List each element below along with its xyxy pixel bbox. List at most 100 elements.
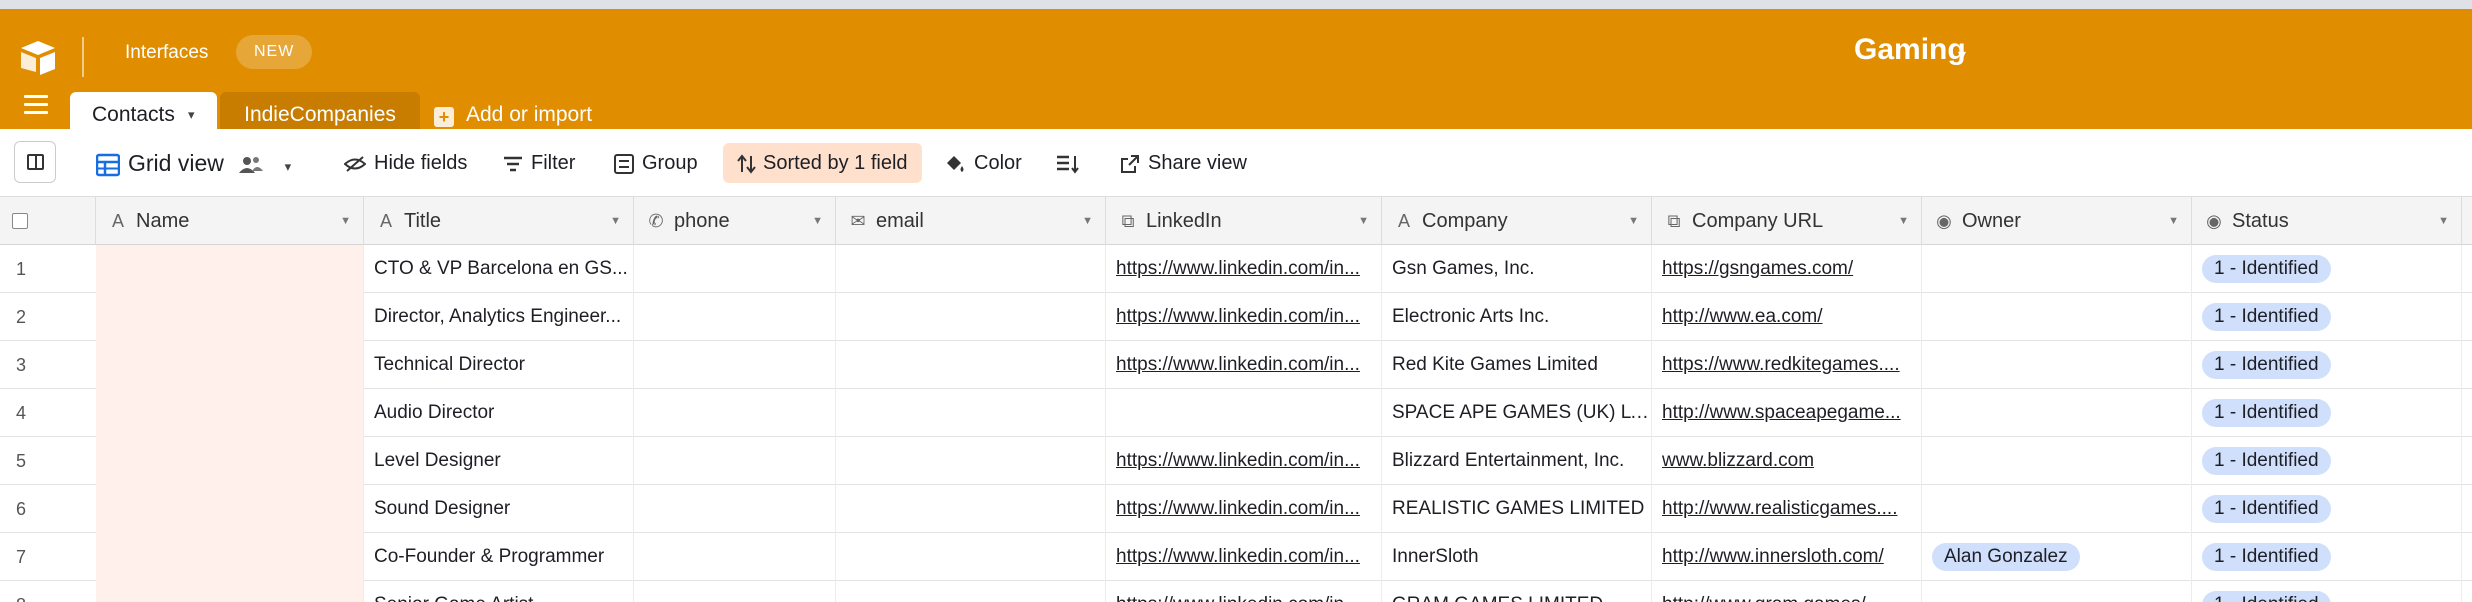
cell-company[interactable]: InnerSloth (1382, 533, 1652, 581)
cell-email[interactable] (836, 581, 1106, 602)
url-value[interactable]: http://www.spaceapegame... (1662, 402, 1901, 423)
linkedin-value[interactable]: https://www.linkedin.com/in... (1116, 498, 1360, 519)
column-menu-caret-icon[interactable]: ▼ (2168, 197, 2179, 245)
color-button[interactable]: Color (944, 129, 1022, 197)
cell-linkedin[interactable]: https://www.linkedin.com/in... (1106, 293, 1382, 341)
linkedin-value[interactable]: https://www.linkedin.com/in... (1116, 306, 1360, 327)
table-row[interactable]: 7 Co-Founder & Programmer https://www.link… (0, 533, 2472, 581)
url-value[interactable]: https://www.redkitegames.... (1662, 354, 1900, 375)
cell-company[interactable]: Gsn Games, Inc. (1382, 245, 1652, 293)
group-button[interactable]: Group (614, 129, 698, 197)
cell-name[interactable] (96, 245, 364, 293)
column-header-company-url[interactable]: ⧉ Company URL ▼ (1652, 197, 1922, 245)
cell-company[interactable]: REALISTIC GAMES LIMITED (1382, 485, 1652, 533)
url-value[interactable]: http://www.realisticgames.... (1662, 498, 1897, 519)
cell-url[interactable]: http://www.innersloth.com/ (1652, 533, 1922, 581)
column-header-title[interactable]: A Title ▼ (364, 197, 634, 245)
cell-linkedin[interactable]: https://www.linkedin.com/in... (1106, 437, 1382, 485)
url-value[interactable]: http://www.gram.games/ (1662, 594, 1866, 602)
linkedin-value[interactable]: https://www.linkedin.com/in... (1116, 450, 1360, 471)
cell-phone[interactable] (634, 437, 836, 485)
column-header-status[interactable]: ◉ Status ▼ (2192, 197, 2462, 245)
cell-owner[interactable] (1922, 341, 2192, 389)
cell-email[interactable] (836, 485, 1106, 533)
cell-status[interactable]: 1 - Identified (2192, 341, 2462, 389)
cell-linkedin[interactable] (1106, 389, 1382, 437)
interfaces-link[interactable]: Interfaces (125, 42, 208, 64)
cell-email[interactable] (836, 437, 1106, 485)
cell-status[interactable]: 1 - Identified (2192, 293, 2462, 341)
column-menu-caret-icon[interactable]: ▼ (2438, 197, 2449, 245)
row-height-button[interactable] (1056, 129, 1088, 197)
table-row[interactable]: 8 Senior Game Artist https://www.linkedin.… (0, 581, 2472, 602)
cell-owner[interactable] (1922, 437, 2192, 485)
cell-title[interactable]: CTO & VP Barcelona en GS... (364, 245, 634, 293)
column-menu-caret-icon[interactable]: ▼ (812, 197, 823, 245)
cell-name[interactable] (96, 437, 364, 485)
cell-status[interactable]: 1 - Identified (2192, 437, 2462, 485)
base-title-caret-icon[interactable]: ▾ (1958, 45, 1966, 65)
table-row[interactable]: 2 Director, Analytics Engineer... https://… (0, 293, 2472, 341)
cell-company[interactable]: Electronic Arts Inc. (1382, 293, 1652, 341)
cell-url[interactable]: https://gsngames.com/ (1652, 245, 1922, 293)
cell-title[interactable]: Co-Founder & Programmer (364, 533, 634, 581)
view-caret-icon[interactable]: ▾ (285, 159, 292, 174)
column-menu-caret-icon[interactable]: ▼ (1898, 197, 1909, 245)
view-switcher[interactable]: Grid view ▾ (95, 129, 292, 197)
table-row[interactable]: 3 Technical Director https://www.linkedin.… (0, 341, 2472, 389)
url-value[interactable]: https://gsngames.com/ (1662, 258, 1853, 279)
cell-phone[interactable] (634, 533, 836, 581)
cell-title[interactable]: Audio Director (364, 389, 634, 437)
cell-title[interactable]: Sound Designer (364, 485, 634, 533)
column-menu-caret-icon[interactable]: ▼ (1358, 197, 1369, 245)
sidebar-toggle-button[interactable] (14, 141, 56, 183)
linkedin-value[interactable]: https://www.linkedin.com/in... (1116, 258, 1360, 279)
table-row[interactable]: 6 Sound Designer https://www.linkedin.com/… (0, 485, 2472, 533)
filter-button[interactable]: Filter (503, 129, 575, 197)
cell-status[interactable]: 1 - Identified (2192, 485, 2462, 533)
cell-linkedin[interactable]: https://www.linkedin.com/in... (1106, 581, 1382, 602)
column-header-email[interactable]: ✉ email ▼ (836, 197, 1106, 245)
cell-owner[interactable] (1922, 293, 2192, 341)
cell-company[interactable]: Red Kite Games Limited (1382, 341, 1652, 389)
cell-owner[interactable] (1922, 245, 2192, 293)
cell-status[interactable]: 1 - Identified (2192, 389, 2462, 437)
linkedin-value[interactable]: https://www.linkedin.com/in... (1116, 594, 1360, 602)
column-header-company[interactable]: A Company ▼ (1382, 197, 1652, 245)
column-header-linkedin[interactable]: ⧉ LinkedIn ▼ (1106, 197, 1382, 245)
cell-name[interactable] (96, 341, 364, 389)
column-header-name[interactable]: A Name ▼ (96, 197, 364, 245)
cell-email[interactable] (836, 293, 1106, 341)
cell-email[interactable] (836, 245, 1106, 293)
cell-title[interactable]: Technical Director (364, 341, 634, 389)
column-header-owner[interactable]: ◉ Owner ▼ (1922, 197, 2192, 245)
share-view-button[interactable]: Share view (1120, 129, 1247, 197)
cell-url[interactable]: http://www.ea.com/ (1652, 293, 1922, 341)
airtable-logo-icon[interactable] (18, 39, 58, 75)
cell-email[interactable] (836, 533, 1106, 581)
sort-button[interactable]: Sorted by 1 field (723, 143, 922, 183)
cell-name[interactable] (96, 581, 364, 602)
cell-phone[interactable] (634, 293, 836, 341)
select-all-checkbox[interactable] (12, 213, 28, 229)
cell-linkedin[interactable]: https://www.linkedin.com/in... (1106, 245, 1382, 293)
cell-linkedin[interactable]: https://www.linkedin.com/in... (1106, 341, 1382, 389)
cell-url[interactable]: http://www.spaceapegame... (1652, 389, 1922, 437)
cell-phone[interactable] (634, 245, 836, 293)
column-menu-caret-icon[interactable]: ▼ (610, 197, 621, 245)
cell-url[interactable]: http://www.realisticgames.... (1652, 485, 1922, 533)
table-row[interactable]: 1 CTO & VP Barcelona en GS... https://www.… (0, 245, 2472, 293)
cell-company[interactable]: Blizzard Entertainment, Inc. (1382, 437, 1652, 485)
table-row[interactable]: 4 Audio Director SPACE APE GAMES (UK) LTD h… (0, 389, 2472, 437)
cell-title[interactable]: Level Designer (364, 437, 634, 485)
cell-owner[interactable]: Alan Gonzalez (1922, 533, 2192, 581)
table-row[interactable]: 5 Level Designer https://www.linkedin.com/… (0, 437, 2472, 485)
column-header-phone[interactable]: ✆ phone ▼ (634, 197, 836, 245)
cell-email[interactable] (836, 341, 1106, 389)
cell-email[interactable] (836, 389, 1106, 437)
cell-name[interactable] (96, 293, 364, 341)
column-menu-caret-icon[interactable]: ▼ (1628, 197, 1639, 245)
url-value[interactable]: www.blizzard.com (1662, 450, 1814, 471)
cell-name[interactable] (96, 485, 364, 533)
cell-company[interactable]: GRAM GAMES LIMITED (1382, 581, 1652, 602)
